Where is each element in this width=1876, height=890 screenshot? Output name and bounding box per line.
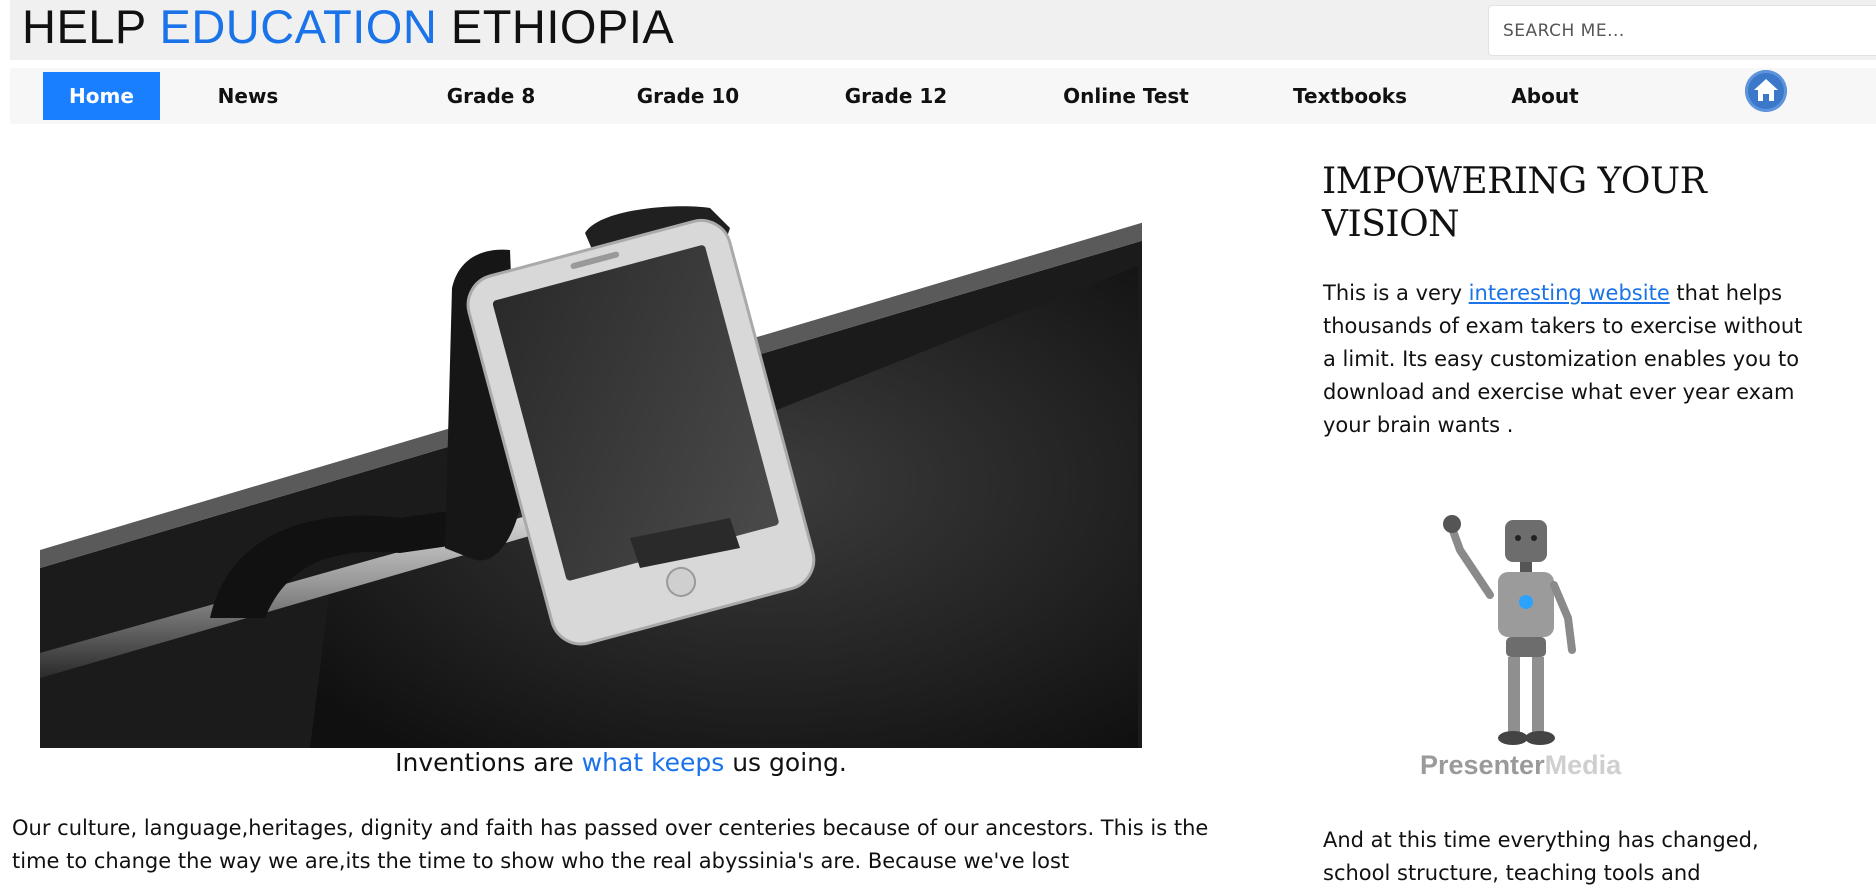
site-title[interactable]: HELP EDUCATION ETHIOPIA xyxy=(22,2,674,52)
intro-paragraph: Our culture, language,heritages, dignity… xyxy=(12,816,1209,873)
nav-item-grade-10[interactable]: Grade 10 xyxy=(618,72,758,120)
caption-part1: Inventions are xyxy=(395,748,582,777)
main-nav: Home News Grade 8 Grade 10 Grade 12 Onli… xyxy=(10,68,1876,124)
home-icon[interactable] xyxy=(1745,70,1787,112)
sidebar-paragraph-2: And at this time everything has changed,… xyxy=(1323,828,1759,885)
interesting-website-link[interactable]: interesting website xyxy=(1469,281,1670,305)
nav-item-home[interactable]: Home xyxy=(43,72,160,120)
site-title-part1: HELP xyxy=(22,0,160,53)
nav-item-textbooks[interactable]: Textbooks xyxy=(1265,72,1435,120)
nav-item-about[interactable]: About xyxy=(1490,72,1600,120)
search-input[interactable] xyxy=(1488,5,1876,56)
nav-item-grade-8[interactable]: Grade 8 xyxy=(430,72,552,120)
watermark-light: Media xyxy=(1544,750,1622,780)
site-title-accent: EDUCATION xyxy=(159,0,438,53)
site-title-part2: ETHIOPIA xyxy=(437,0,675,53)
sidebar-title: IMPOWERING YOUR VISION xyxy=(1322,161,1707,245)
caption-part2: us going. xyxy=(724,748,847,777)
hero-caption: Inventions are what keeps us going. xyxy=(40,748,1202,777)
nav-item-grade-12[interactable]: Grade 12 xyxy=(826,72,966,120)
presentermedia-watermark: PresenterMedia xyxy=(1420,750,1621,781)
nav-item-online-test[interactable]: Online Test xyxy=(1035,72,1217,120)
watermark-dark: Presenter xyxy=(1420,750,1545,780)
nav-item-news[interactable]: News xyxy=(198,72,298,120)
caption-accent: what keeps xyxy=(581,748,725,777)
sidebar-paragraph: This is a very interesting website that … xyxy=(1323,277,1803,442)
hero-image xyxy=(40,148,1142,748)
sidebar-text-before-link: This is a very xyxy=(1323,281,1469,305)
